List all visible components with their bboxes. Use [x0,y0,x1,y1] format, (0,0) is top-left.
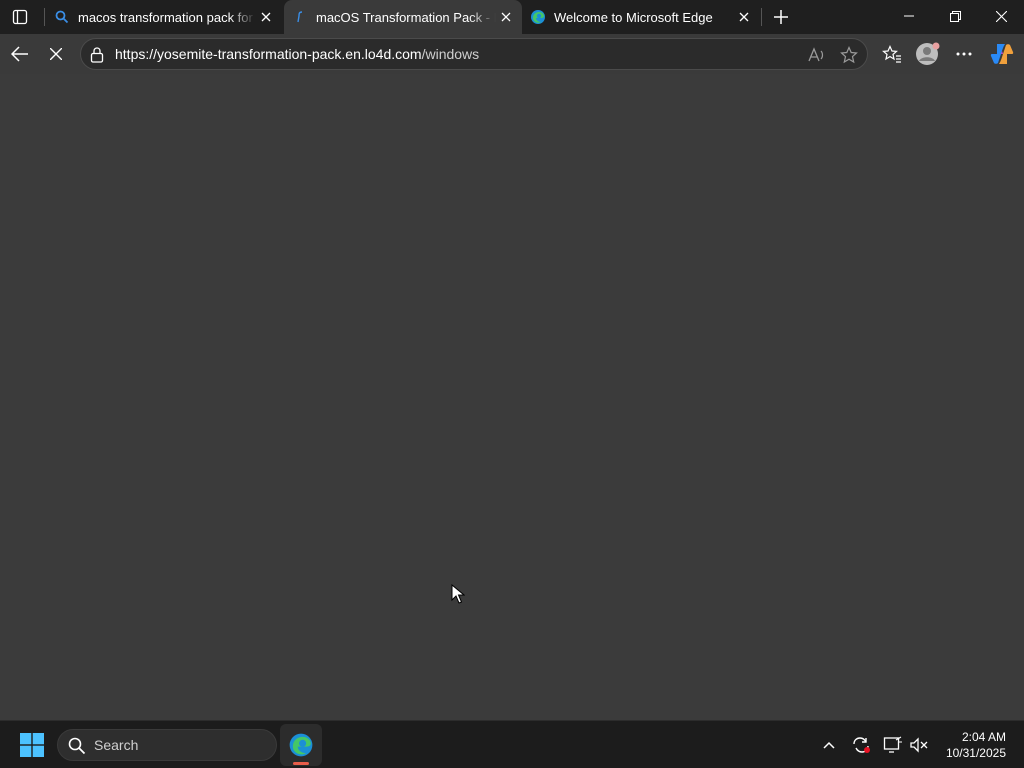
search-placeholder: Search [94,737,139,753]
speaker-muted-icon [910,737,928,753]
tab-title: Welcome to Microsoft Edge [554,9,713,25]
search-icon [68,737,86,755]
taskbar-search-box[interactable]: Search [57,729,277,761]
minimize-icon [904,15,914,17]
monitor-icon [883,736,902,753]
plus-icon [774,10,788,24]
close-tab-icon[interactable] [256,7,276,27]
close-icon [995,10,1007,22]
display-button[interactable] [880,731,906,759]
stop-icon [50,48,62,60]
back-button[interactable] [4,38,36,70]
taskbar: Search 2:04 AM 10/31/2025 [0,720,1024,768]
avatar-icon [916,42,940,65]
taskbar-edge-app[interactable] [280,724,322,766]
copilot-button[interactable] [986,38,1018,70]
profile-button[interactable] [912,38,944,70]
mouse-cursor-icon [451,584,465,604]
tab-strip: macos transformation pack for wi macOS T… [0,0,1024,34]
read-aloud-icon[interactable] [807,45,827,65]
close-window-button[interactable] [978,0,1024,32]
edge-icon [530,9,546,25]
tab-actions-icon [12,9,28,25]
chevron-up-icon [823,741,835,749]
tab-title: macOS Transformation Pack - Dov [316,9,496,25]
minimize-button[interactable] [886,0,932,32]
start-button[interactable] [14,729,50,761]
tab-title: macos transformation pack for wi [78,9,256,25]
volume-network-button[interactable] [906,731,932,759]
tab-macos-transformation-pack[interactable]: macOS Transformation Pack - Dov [284,0,522,34]
clock-date: 10/31/2025 [945,746,1006,760]
page-content [0,74,1024,720]
close-tab-icon[interactable] [734,7,754,27]
tab-separator [44,8,45,26]
more-dots-icon [956,52,972,56]
url-host: https://yosemite-transformation-pack.en.… [115,46,422,62]
sync-icon [853,737,870,753]
lock-icon[interactable] [87,45,107,65]
sync-status-button[interactable] [848,731,874,759]
favorite-star-icon[interactable] [839,45,859,65]
restore-button[interactable] [932,0,978,32]
tab-actions-button[interactable] [6,4,34,30]
show-hidden-icons-button[interactable] [816,731,842,759]
search-icon [54,9,70,25]
tab-search[interactable]: macos transformation pack for wi [46,0,282,34]
system-clock[interactable]: 2:04 AM 10/31/2025 [946,729,1006,761]
close-tab-icon[interactable] [496,7,516,27]
address-bar[interactable]: https://yosemite-transformation-pack.en.… [80,38,868,70]
url-path: /windows [421,46,480,62]
tab-welcome-edge[interactable]: Welcome to Microsoft Edge [522,0,760,34]
tab-separator [761,8,762,26]
stop-loading-button[interactable] [40,38,72,70]
restore-icon [949,10,961,22]
running-indicator [293,762,309,765]
edge-icon [289,733,313,757]
site-favicon [292,9,308,25]
arrow-left-icon [11,46,28,62]
clock-time: 2:04 AM [961,730,1006,744]
browser-toolbar: https://yosemite-transformation-pack.en.… [0,34,1024,74]
url-text: https://yosemite-transformation-pack.en.… [115,46,479,62]
favorites-icon [882,45,901,63]
settings-more-button[interactable] [948,38,980,70]
favorites-button[interactable] [876,38,908,70]
windows-logo-icon [20,733,44,757]
copilot-icon [990,44,1014,64]
new-tab-button[interactable] [768,4,794,30]
